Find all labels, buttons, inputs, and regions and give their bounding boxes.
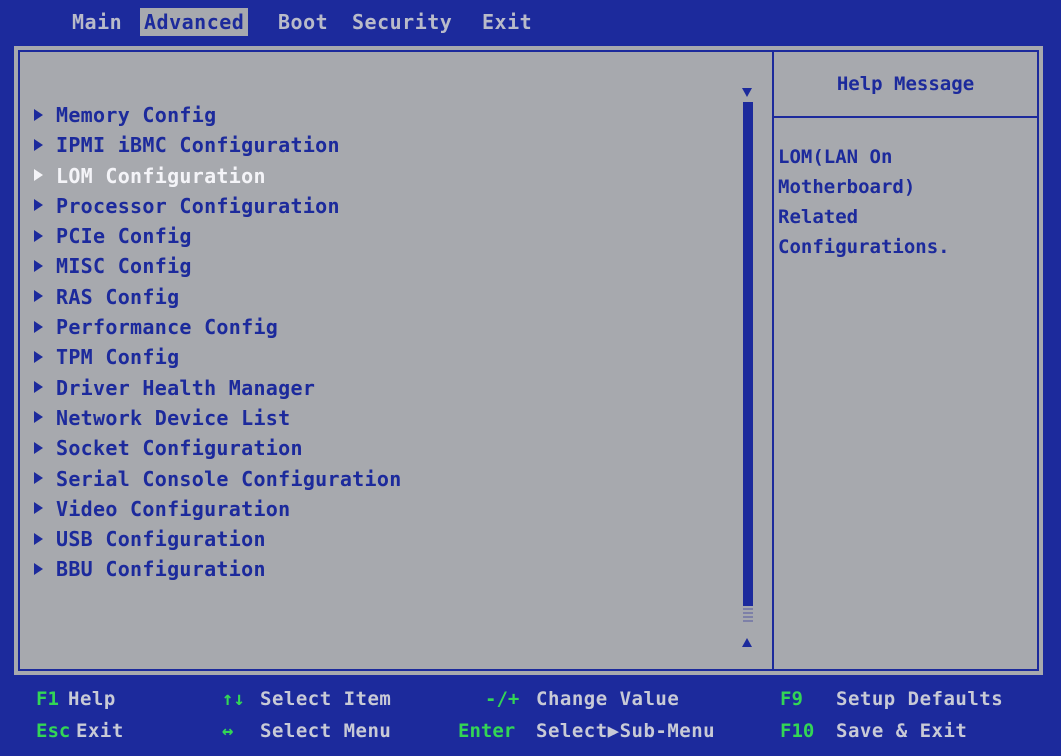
submenu-arrow-icon — [34, 381, 43, 394]
top-menu-bar: Main Advanced Boot Security Exit — [0, 0, 1061, 44]
menu-item-label: MISC Config — [56, 254, 192, 279]
minusplus-key: -/+ — [485, 688, 520, 710]
submenu-arrow-icon — [34, 411, 43, 424]
scrollbar-track-remainder — [743, 606, 753, 622]
menu-item-processor-configuration[interactable]: Processor Configuration — [34, 191, 402, 221]
menu-item-label: Performance Config — [56, 315, 279, 340]
menu-item-misc-config[interactable]: MISC Config — [34, 251, 402, 281]
menu-item-label: Network Device List — [56, 405, 291, 430]
scroll-down-icon[interactable] — [742, 88, 752, 97]
submenu-arrow-icon — [34, 138, 43, 151]
esc-desc: Exit — [76, 720, 124, 742]
esc-key: Esc — [36, 720, 71, 742]
menu-item-ras-config[interactable]: RAS Config — [34, 282, 402, 312]
updown-key-icon: ↑↓ — [222, 688, 245, 710]
submenu-arrow-icon — [34, 229, 43, 242]
menu-item-video-configuration[interactable]: Video Configuration — [34, 494, 402, 524]
menu-item-label: IPMI iBMC Configuration — [56, 133, 340, 158]
tab-security[interactable]: Security — [348, 8, 456, 36]
help-pane: Help Message LOM(LAN On Motherboard) Rel… — [774, 52, 1037, 669]
menu-item-bbu-configuration[interactable]: BBU Configuration — [34, 554, 402, 584]
tab-main[interactable]: Main — [68, 8, 126, 36]
menu-item-tpm-config[interactable]: TPM Config — [34, 342, 402, 372]
enter-key: Enter — [458, 720, 516, 742]
menu-item-driver-health-manager[interactable]: Driver Health Manager — [34, 373, 402, 403]
tab-exit[interactable]: Exit — [478, 8, 536, 36]
submenu-arrow-icon — [34, 502, 43, 515]
submenu-arrow-icon — [34, 169, 43, 182]
menu-item-ipmi-ibmc-configuration[interactable]: IPMI iBMC Configuration — [34, 130, 402, 160]
submenu-arrow-icon — [34, 290, 43, 303]
menu-pane: Memory Config IPMI iBMC Configuration LO… — [20, 52, 770, 669]
menu-item-memory-config[interactable]: Memory Config — [34, 100, 402, 130]
submenu-arrow-icon — [34, 108, 43, 121]
tab-boot[interactable]: Boot — [274, 8, 332, 36]
menu-item-label: BBU Configuration — [56, 557, 266, 582]
menu-item-label: PCIe Config — [56, 224, 192, 249]
f1-key: F1 — [36, 688, 59, 710]
submenu-arrow-icon — [34, 259, 43, 272]
menu-item-lom-configuration[interactable]: LOM Configuration — [34, 161, 402, 191]
submenu-arrow-icon — [34, 562, 43, 575]
menu-item-performance-config[interactable]: Performance Config — [34, 312, 402, 342]
leftright-desc: Select Menu — [260, 720, 392, 742]
menu-item-label: Processor Configuration — [56, 193, 340, 218]
scrollbar[interactable] — [743, 102, 753, 622]
setup-frame: Memory Config IPMI iBMC Configuration LO… — [12, 44, 1045, 677]
submenu-arrow-icon — [34, 199, 43, 212]
menu-item-label: Serial Console Configuration — [56, 466, 402, 491]
f9-key: F9 — [780, 688, 803, 710]
menu-item-label: RAS Config — [56, 284, 180, 309]
submenu-arrow-icon — [34, 532, 43, 545]
updown-desc: Select Item — [260, 688, 392, 710]
submenu-arrow-icon — [34, 320, 43, 333]
help-title: Help Message — [774, 52, 1037, 118]
menu-item-label: TPM Config — [56, 345, 180, 370]
menu-item-socket-configuration[interactable]: Socket Configuration — [34, 433, 402, 463]
help-text: LOM(LAN On Motherboard) Related Configur… — [778, 146, 950, 258]
submenu-arrow-icon — [34, 350, 43, 363]
minusplus-desc: Change Value — [536, 688, 680, 710]
scroll-up-icon[interactable] — [742, 638, 752, 647]
f10-key: F10 — [780, 720, 815, 742]
menu-item-label: Driver Health Manager — [56, 375, 316, 400]
f9-desc: Setup Defaults — [836, 688, 1004, 710]
menu-item-label: Memory Config — [56, 103, 217, 127]
menu-item-label: LOM Configuration — [56, 163, 266, 188]
submenu-list: Memory Config IPMI iBMC Configuration LO… — [34, 100, 402, 585]
menu-item-label: USB Configuration — [56, 527, 266, 552]
menu-item-serial-console-configuration[interactable]: Serial Console Configuration — [34, 464, 402, 494]
menu-item-network-device-list[interactable]: Network Device List — [34, 403, 402, 433]
key-legend: F1 Help ↑↓ Select Item -/+ Change Value … — [0, 677, 1061, 756]
submenu-arrow-icon — [34, 472, 43, 485]
f1-desc: Help — [68, 688, 116, 710]
scrollbar-thumb[interactable] — [743, 102, 753, 606]
setup-frame-inner: Memory Config IPMI iBMC Configuration LO… — [18, 50, 1039, 671]
enter-desc: Select▶Sub-Menu — [536, 720, 716, 742]
menu-item-label: Socket Configuration — [56, 436, 303, 461]
f10-desc: Save & Exit — [836, 720, 968, 742]
submenu-arrow-icon — [34, 441, 43, 454]
leftright-key-icon: ↔ — [222, 720, 234, 742]
menu-item-usb-configuration[interactable]: USB Configuration — [34, 524, 402, 554]
menu-item-pcie-config[interactable]: PCIe Config — [34, 221, 402, 251]
tab-advanced[interactable]: Advanced — [140, 8, 249, 36]
menu-item-label: Video Configuration — [56, 496, 291, 521]
